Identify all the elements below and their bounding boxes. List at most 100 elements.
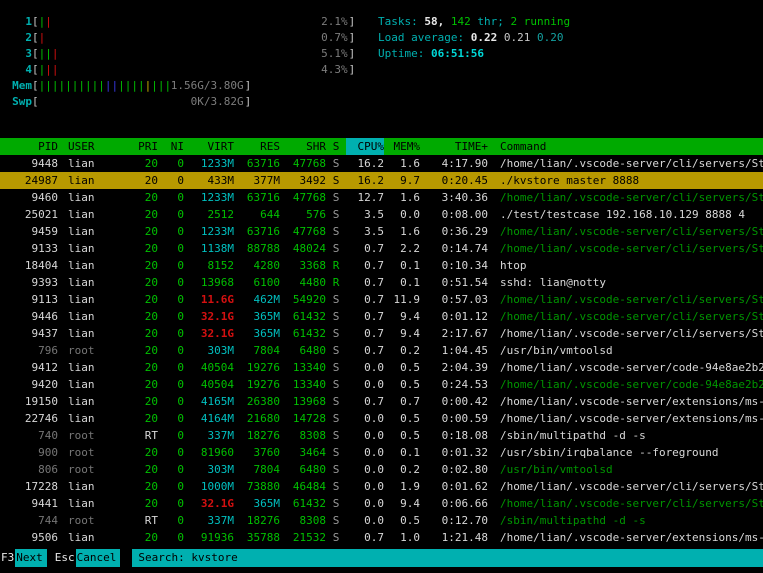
cell-shr: 61432: [280, 308, 326, 325]
cell-pri: 20: [128, 393, 158, 410]
process-row[interactable]: 9113lian20011.6G462M54920S0.711.90:57.03…: [0, 291, 763, 308]
cell-shr: 61432: [280, 325, 326, 342]
cell-shr: 54920: [280, 291, 326, 308]
process-row[interactable]: 19150lian2004165M2638013968S0.70.70:00.4…: [0, 393, 763, 410]
process-row[interactable]: 740rootRT0337M182768308S0.00.50:18.08/sb…: [0, 427, 763, 444]
process-row[interactable]: 9393lian2001396861004480R0.70.10:51.54ss…: [0, 274, 763, 291]
cell-time: 0:36.29: [420, 223, 488, 240]
cell-virt: 303M: [184, 342, 234, 359]
cell-virt: 32.1G: [184, 325, 234, 342]
column-header-time[interactable]: TIME+: [420, 138, 488, 155]
cell-pid: 9448: [0, 155, 58, 172]
cell-mem: 9.4: [384, 325, 420, 342]
cpu-3-meter: 3[|||5.1%]: [8, 46, 364, 62]
process-row[interactable]: 9448lian2001233M6371647768S16.21.64:17.9…: [0, 155, 763, 172]
cell-s: S: [326, 206, 346, 223]
cell-ni: 0: [158, 461, 184, 478]
cell-pid: 9420: [0, 376, 58, 393]
cell-res: 462M: [234, 291, 280, 308]
process-row[interactable]: 17228lian2001000M7388046484S0.01.90:01.6…: [0, 478, 763, 495]
cell-pri: 20: [128, 308, 158, 325]
tasks-line: Tasks: 58, 142 thr; 2 running: [378, 14, 570, 30]
process-row[interactable]: 9412lian200405041927613340S0.00.52:04.39…: [0, 359, 763, 376]
column-header-cmd[interactable]: Command: [488, 138, 763, 155]
column-header-pri[interactable]: PRI: [128, 138, 158, 155]
cell-pid: 9459: [0, 223, 58, 240]
process-row[interactable]: 22746lian2004164M2168014728S0.00.50:00.5…: [0, 410, 763, 427]
cell-cpu: 0.7: [346, 257, 384, 274]
process-row[interactable]: 9460lian2001233M6371647768S12.71.63:40.3…: [0, 189, 763, 206]
cell-cmd: /home/lian/.vscode-server/extensions/ms-…: [488, 529, 763, 546]
cell-pid: 9393: [0, 274, 58, 291]
fnaction-cancel[interactable]: Cancel: [76, 549, 121, 567]
cell-res: 7804: [234, 461, 280, 478]
process-row[interactable]: 796root200303M78046480S0.70.21:04.45/usr…: [0, 342, 763, 359]
cell-s: S: [326, 325, 346, 342]
process-row[interactable]: 9459lian2001233M6371647768S3.51.60:36.29…: [0, 223, 763, 240]
column-header-pid[interactable]: PID: [0, 138, 58, 155]
cell-cpu: 0.0: [346, 410, 384, 427]
cell-s: S: [326, 393, 346, 410]
search-field[interactable]: Search: kvstore: [132, 549, 763, 567]
cell-s: S: [326, 359, 346, 376]
process-row[interactable]: 9437lian20032.1G365M61432S0.79.42:17.67/…: [0, 325, 763, 342]
cell-shr: 61432: [280, 495, 326, 512]
cell-shr: 8308: [280, 512, 326, 529]
cell-cmd: /home/lian/.vscode-server/cli/servers/St…: [488, 325, 763, 342]
process-row[interactable]: 9506lian200919363578821532S0.71.01:21.48…: [0, 529, 763, 546]
process-row[interactable]: 9446lian20032.1G365M61432S0.79.40:01.12/…: [0, 308, 763, 325]
cpu-1-meter-label: 1: [8, 14, 32, 30]
column-header-shr[interactable]: SHR: [280, 138, 326, 155]
process-row[interactable]: 9441lian20032.1G365M61432S0.09.40:06.66/…: [0, 495, 763, 512]
cell-pid: 9437: [0, 325, 58, 342]
fnkey-esc[interactable]: Esc: [54, 549, 76, 567]
cell-pri: 20: [128, 223, 158, 240]
cell-virt: 11.6G: [184, 291, 234, 308]
cell-time: 0:01.62: [420, 478, 488, 495]
cell-cpu: 0.0: [346, 359, 384, 376]
process-row[interactable]: 806root200303M78046480S0.00.20:02.80/usr…: [0, 461, 763, 478]
cell-res: 88788: [234, 240, 280, 257]
cell-mem: 0.5: [384, 512, 420, 529]
process-row[interactable]: 9133lian2001138M8878848024S0.72.20:14.74…: [0, 240, 763, 257]
process-row[interactable]: 900root2008196037603464S0.00.10:01.32/us…: [0, 444, 763, 461]
cell-shr: 47768: [280, 223, 326, 240]
cell-pri: 20: [128, 240, 158, 257]
cell-mem: 9.7: [384, 172, 420, 189]
cell-virt: 40504: [184, 359, 234, 376]
cell-s: S: [326, 495, 346, 512]
process-row-selected[interactable]: 24987lian200433M377M3492S16.29.70:20.45.…: [0, 172, 763, 189]
column-header-virt[interactable]: VIRT: [184, 138, 234, 155]
fnaction-next[interactable]: Next: [15, 549, 47, 567]
column-header-s[interactable]: S: [326, 138, 346, 155]
cell-res: 365M: [234, 325, 280, 342]
cell-user: lian: [58, 410, 128, 427]
cell-ni: 0: [158, 427, 184, 444]
fnkey-f3[interactable]: F3: [0, 549, 15, 567]
function-bar: F3Next EscCancel Search: kvstore: [0, 549, 763, 567]
column-header-mem[interactable]: MEM%: [384, 138, 420, 155]
cell-user: root: [58, 444, 128, 461]
cpu-4-meter-label: 4: [8, 62, 32, 78]
cell-cpu: 0.0: [346, 376, 384, 393]
column-header-ni[interactable]: NI: [158, 138, 184, 155]
cell-shr: 46484: [280, 478, 326, 495]
cpu-1-meter-value: 2.1%: [321, 14, 348, 30]
cell-user: lian: [58, 189, 128, 206]
column-header-cpu[interactable]: CPU%: [346, 138, 384, 155]
cell-s: S: [326, 410, 346, 427]
cell-mem: 1.6: [384, 223, 420, 240]
cell-mem: 0.2: [384, 342, 420, 359]
cell-pri: 20: [128, 376, 158, 393]
process-row[interactable]: 18404lian200815242803368R0.70.10:10.34ht…: [0, 257, 763, 274]
process-row[interactable]: 25021lian2002512644576S3.50.00:08.00./te…: [0, 206, 763, 223]
process-row[interactable]: 9420lian200405041927613340S0.00.50:24.53…: [0, 376, 763, 393]
cell-s: R: [326, 257, 346, 274]
process-row[interactable]: 744rootRT0337M182768308S0.00.50:12.70/sb…: [0, 512, 763, 529]
column-header-user[interactable]: USER: [58, 138, 128, 155]
cell-s: S: [326, 427, 346, 444]
cell-mem: 0.5: [384, 359, 420, 376]
uptime-line: Uptime: 06:51:56: [378, 46, 570, 62]
column-header-res[interactable]: RES: [234, 138, 280, 155]
cell-s: S: [326, 478, 346, 495]
